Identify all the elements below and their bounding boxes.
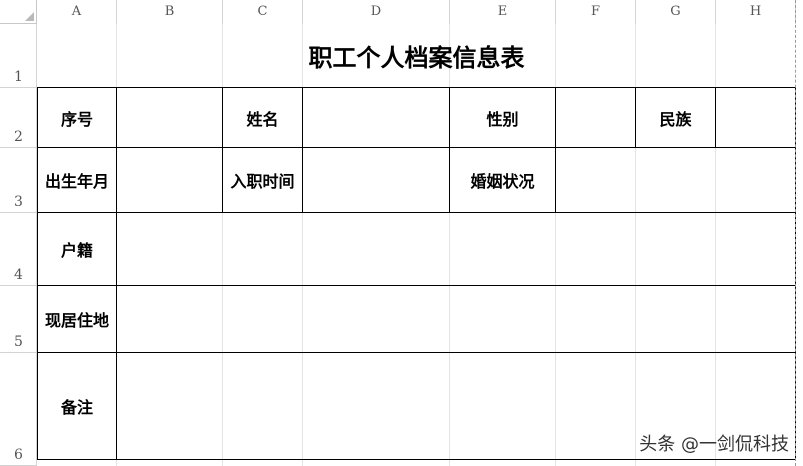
sheet-title: 职工个人档案信息表: [308, 44, 525, 72]
page-break-line: [795, 0, 796, 466]
row-header-1[interactable]: 1: [0, 24, 37, 88]
title-cell[interactable]: 职工个人档案信息表: [37, 24, 796, 88]
row-header-3[interactable]: 3: [0, 148, 37, 213]
cell-c3[interactable]: 入职时间: [223, 148, 303, 213]
column-header-g[interactable]: G: [636, 0, 716, 24]
cell-c2[interactable]: 姓名: [223, 88, 303, 148]
column-header-h[interactable]: H: [716, 0, 796, 24]
row-number: 1: [14, 69, 23, 85]
column-header-c[interactable]: C: [223, 0, 303, 24]
cell-a5[interactable]: 现居住地: [37, 286, 117, 353]
cell-a2[interactable]: 序号: [37, 88, 117, 148]
cell-f2[interactable]: [556, 88, 636, 148]
cell-b5-merged[interactable]: [117, 286, 796, 353]
cell-a3[interactable]: 出生年月: [37, 148, 117, 213]
column-header-b[interactable]: B: [117, 0, 223, 24]
cell-e2[interactable]: 性别: [450, 88, 556, 148]
column-header-e[interactable]: E: [450, 0, 556, 24]
row-number: 2: [14, 129, 23, 145]
label-marriage: 婚姻状况: [470, 172, 535, 191]
select-all-triangle-icon: [25, 12, 34, 21]
watermark-text: 头条 @一剑侃科技: [639, 434, 789, 455]
row-number: 4: [14, 267, 23, 283]
row-number: 5: [14, 334, 23, 350]
row-header-4[interactable]: 4: [0, 213, 37, 286]
cell-h2[interactable]: [716, 88, 796, 148]
cell-f3-merged[interactable]: [556, 148, 796, 213]
row-header-5[interactable]: 5: [0, 286, 37, 353]
label-name: 姓名: [246, 109, 279, 129]
cell-a6[interactable]: 备注: [37, 353, 117, 460]
cell-d2[interactable]: [303, 88, 450, 148]
label-household: 户籍: [60, 241, 93, 260]
row-number: 3: [14, 194, 23, 210]
column-header-d[interactable]: D: [303, 0, 450, 24]
label-gender: 性别: [486, 109, 519, 129]
label-remarks: 备注: [60, 398, 93, 417]
label-birth: 出生年月: [44, 172, 109, 191]
cell-e3[interactable]: 婚姻状况: [450, 148, 556, 213]
cell-b3[interactable]: [117, 148, 223, 213]
select-all-corner[interactable]: [0, 0, 37, 24]
label-ethnicity: 民族: [659, 109, 692, 129]
label-residence: 现居住地: [44, 311, 109, 330]
column-header-f[interactable]: F: [556, 0, 636, 24]
cell-b2[interactable]: [117, 88, 223, 148]
cell-b4-merged[interactable]: [117, 213, 796, 286]
row-header-6[interactable]: 6: [0, 353, 37, 466]
cell-a4[interactable]: 户籍: [37, 213, 117, 286]
label-seq: 序号: [60, 109, 93, 129]
cell-d3[interactable]: [303, 148, 450, 213]
cell-g2[interactable]: 民族: [636, 88, 716, 148]
row-number: 6: [14, 447, 23, 463]
label-hire: 入职时间: [230, 172, 295, 191]
column-header-a[interactable]: A: [37, 0, 117, 24]
row-header-2[interactable]: 2: [0, 88, 37, 148]
